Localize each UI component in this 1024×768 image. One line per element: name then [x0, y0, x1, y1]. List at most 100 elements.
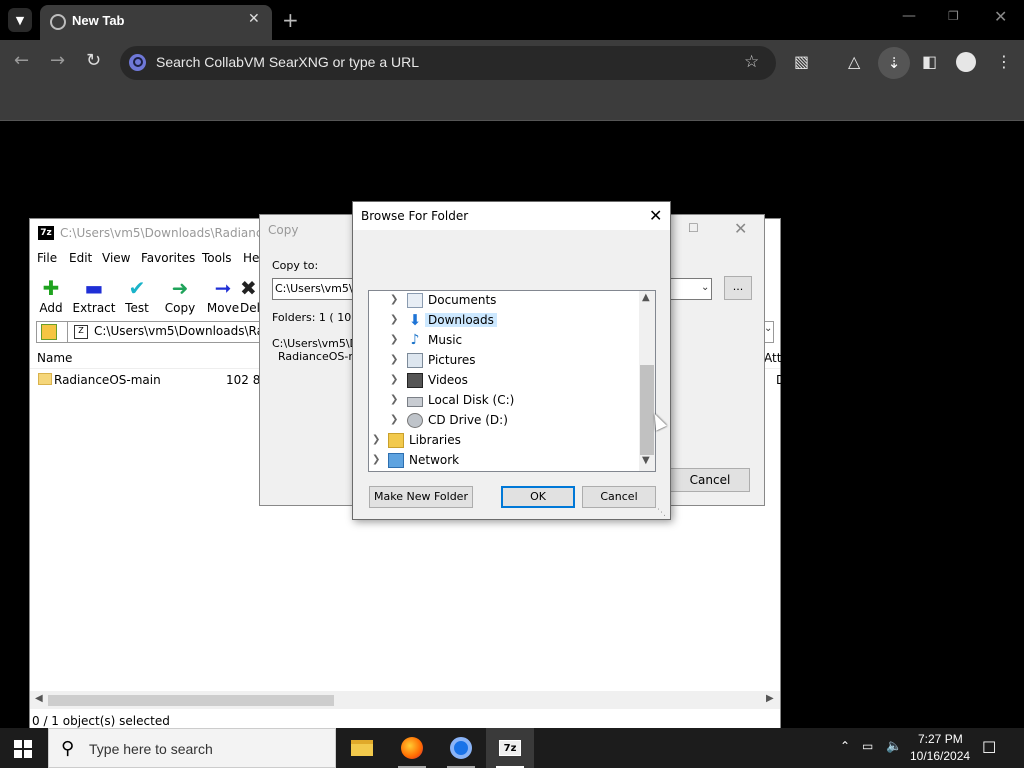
chevron-right-icon[interactable]: ❯ [390, 394, 398, 405]
ok-button[interactable]: OK [501, 486, 575, 508]
tree-item-music[interactable]: ❯ ♪ Music [369, 331, 639, 351]
downloads-icon[interactable]: ⇣ [878, 47, 910, 79]
path-dropdown-icon[interactable]: ⌄ [764, 323, 772, 334]
address-bar[interactable]: Search CollabVM SearXNG or type a URL ☆ [120, 46, 776, 80]
clock-date[interactable]: 10/16/2024 [910, 749, 970, 763]
chevron-right-icon[interactable]: ❯ [390, 414, 398, 425]
tree-item-documents[interactable]: ❯ Documents [369, 291, 639, 311]
plus-icon: ✚ [42, 276, 60, 300]
bookmarks-bar [0, 86, 1024, 121]
side-panel-icon[interactable]: ◧ [922, 52, 937, 71]
profile-avatar-icon[interactable] [956, 52, 976, 72]
tab-new-tab[interactable]: New Tab ✕ [40, 5, 272, 40]
restore-button[interactable]: ❐ [948, 9, 959, 23]
row-name: RadianceOS-main [54, 373, 161, 387]
new-tab-button[interactable]: + [282, 8, 299, 32]
chrome-menu-icon[interactable]: ⋮ [996, 52, 1012, 71]
scroll-thumb[interactable] [640, 365, 654, 455]
extract-button[interactable]: ▬ Extract [72, 275, 116, 315]
start-windows-icon[interactable] [14, 740, 32, 758]
tab-close-icon[interactable]: ✕ [248, 11, 260, 27]
close-window-button[interactable]: ✕ [994, 7, 1007, 26]
menu-favorites[interactable]: Favorites [141, 251, 195, 265]
tree-vertical-scrollbar[interactable]: ▲ ▼ [639, 291, 655, 471]
close-icon[interactable]: ✕ [649, 206, 662, 225]
row-attr: D [776, 373, 786, 387]
chevron-right-icon[interactable]: ❯ [372, 434, 380, 445]
tree-item-videos[interactable]: ❯ Videos [369, 371, 639, 391]
test-button[interactable]: ✔ Test [115, 275, 159, 315]
column-attributes[interactable]: Attributes [764, 351, 823, 365]
scroll-thumb[interactable] [48, 695, 334, 706]
tab-favicon-icon [50, 14, 66, 30]
network-tray-icon[interactable]: ▭ [862, 739, 873, 753]
music-icon: ♪ [410, 332, 420, 348]
resize-grip-icon[interactable]: ⋱ [657, 508, 666, 518]
scroll-right-icon[interactable]: ▶ [766, 693, 774, 704]
test-label: Test [125, 301, 149, 315]
copy-cancel-button[interactable]: Cancel [670, 468, 750, 492]
scroll-left-icon[interactable]: ◀ [35, 693, 43, 704]
chevron-right-icon[interactable]: ❯ [372, 454, 380, 465]
close-icon[interactable]: ✕ [734, 219, 747, 238]
copy-button[interactable]: ➜ Copy [158, 275, 202, 315]
local-disk-icon [407, 397, 423, 407]
tree-item-pictures[interactable]: ❯ Pictures [369, 351, 639, 371]
copy-arrow-icon: ➜ [171, 276, 189, 300]
minus-icon: ▬ [84, 276, 104, 300]
libraries-icon [388, 433, 404, 448]
cancel-button[interactable]: Cancel [582, 486, 656, 508]
make-new-folder-button[interactable]: Make New Folder [369, 486, 473, 508]
maximize-icon[interactable]: ☐ [688, 221, 699, 235]
chevron-down-icon[interactable]: ⌄ [701, 282, 709, 293]
horizontal-scrollbar[interactable]: ◀ ▶ [30, 691, 780, 709]
chevron-right-icon[interactable]: ❯ [390, 354, 398, 365]
chevron-right-icon[interactable]: ❯ [390, 374, 398, 385]
folder-up-icon[interactable] [41, 324, 57, 340]
tree-item-cd-drive[interactable]: ❯ CD Drive (D:) [369, 411, 639, 431]
taskbar-search-box[interactable]: ⚲ Type here to search [48, 728, 336, 768]
clock-time[interactable]: 7:27 PM [918, 732, 963, 746]
volume-muted-icon[interactable]: 🔈 [886, 739, 902, 754]
folder-icon [38, 373, 52, 385]
bookmark-star-icon[interactable]: ☆ [744, 52, 759, 72]
tree-item-downloads[interactable]: ❯ ⬇ Downloads [369, 311, 639, 331]
scroll-down-icon[interactable]: ▼ [642, 455, 650, 466]
forward-icon[interactable]: → [50, 50, 65, 71]
chevron-right-icon[interactable]: ❯ [390, 314, 398, 325]
tree-item-network[interactable]: ❯ Network [369, 451, 639, 471]
tree-item-local-disk[interactable]: ❯ Local Disk (C:) [369, 391, 639, 411]
menu-view[interactable]: View [102, 251, 130, 265]
scroll-up-icon[interactable]: ▲ [642, 292, 650, 303]
firefox-icon[interactable] [388, 728, 436, 768]
browser-toolbar: ← → ↻ Search CollabVM SearXNG or type a … [0, 40, 1024, 86]
file-explorer-icon[interactable] [338, 728, 386, 768]
move-button[interactable]: ➞ Move [201, 275, 245, 315]
back-icon[interactable]: ← [14, 50, 29, 71]
menu-file[interactable]: File [37, 251, 57, 265]
chrome-icon[interactable] [437, 728, 485, 768]
reload-icon[interactable]: ↻ [86, 50, 101, 71]
tab-search-button[interactable]: ▼ [8, 8, 32, 32]
tab-title: New Tab [72, 13, 125, 28]
status-bar: 0 / 1 object(s) selected [30, 711, 780, 729]
tray-overflow-chevron-icon[interactable]: ⌃ [840, 739, 850, 753]
folder-tree[interactable]: ❯ Documents ❯ ⬇ Downloads ❯ ♪ Music ❯ Pi… [368, 290, 656, 472]
browse-button[interactable]: ... [724, 276, 752, 300]
status-text: 0 / 1 object(s) selected [32, 714, 170, 728]
column-name[interactable]: Name [37, 351, 72, 365]
minimize-button[interactable]: — [902, 8, 916, 24]
add-label: Add [39, 301, 63, 315]
extensions-icon[interactable]: ▧ [794, 52, 809, 71]
menu-edit[interactable]: Edit [69, 251, 92, 265]
7zip-icon[interactable]: 7z [486, 728, 534, 768]
tree-item-libraries[interactable]: ❯ Libraries [369, 431, 639, 451]
copy-to-label: Copy to: [272, 259, 319, 272]
menu-tools[interactable]: Tools [202, 251, 232, 265]
labs-flask-icon[interactable]: △ [848, 52, 860, 71]
chevron-right-icon[interactable]: ❯ [390, 334, 398, 345]
chevron-right-icon[interactable]: ❯ [390, 294, 398, 305]
videos-icon [407, 373, 423, 388]
add-button[interactable]: ✚ Add [29, 275, 73, 315]
notifications-icon[interactable]: ☐ [982, 738, 996, 757]
